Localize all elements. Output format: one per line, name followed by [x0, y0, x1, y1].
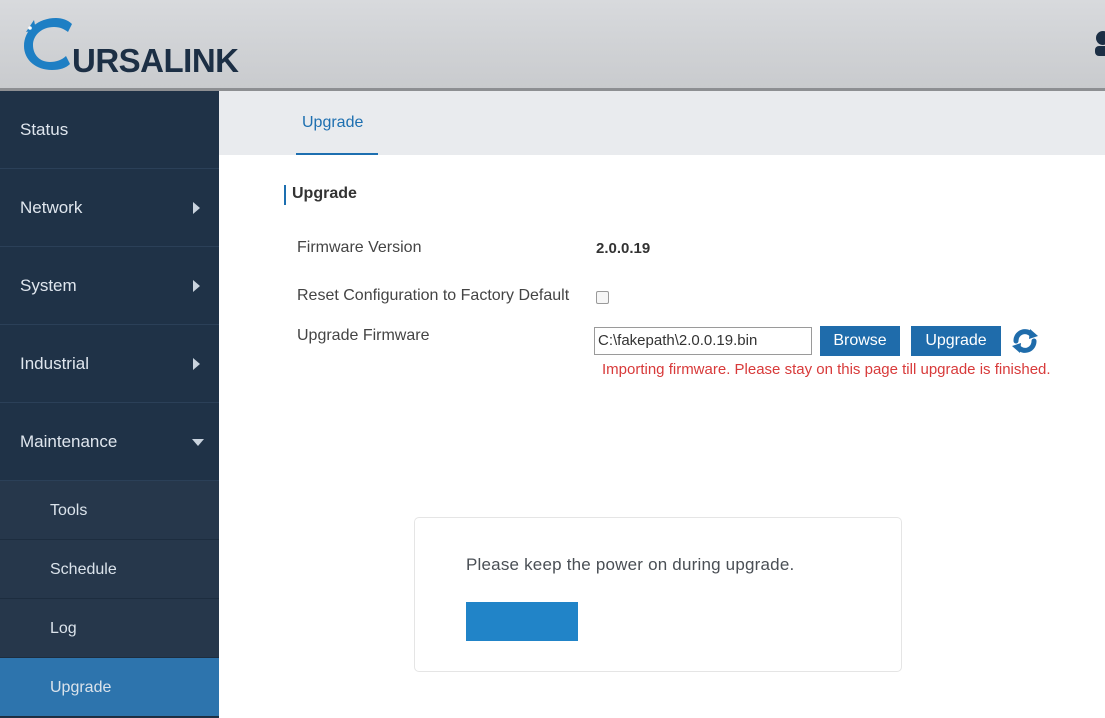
sidebar-subitem-upgrade[interactable]: Upgrade — [0, 658, 219, 717]
sidebar-item-label: Industrial — [20, 354, 89, 373]
sidebar-subitem-label: Tools — [50, 502, 88, 519]
firmware-version-value: 2.0.0.19 — [596, 240, 651, 257]
reset-config-label: Reset Configuration to Factory Default — [297, 287, 570, 304]
chevron-right-icon — [193, 280, 200, 292]
firmware-file-input[interactable]: C:\fakepath\2.0.0.19.bin — [594, 327, 812, 355]
sidebar-item-label: Status — [20, 120, 69, 139]
sidebar-item-status[interactable]: Status — [0, 91, 219, 169]
sidebar-subitem-log[interactable]: Log — [0, 599, 219, 658]
chevron-right-icon — [193, 202, 200, 214]
sidebar-subitem-label: Log — [50, 620, 77, 637]
refresh-icon — [1012, 329, 1038, 353]
sidebar-subitem-schedule[interactable]: Schedule — [0, 540, 219, 599]
firmware-version-label: Firmware Version — [297, 239, 422, 256]
logo-text: URSALINK — [72, 42, 239, 79]
browse-button[interactable]: Browse — [820, 326, 900, 356]
upgrade-firmware-label: Upgrade Firmware — [297, 327, 430, 344]
tab-bar: Upgrade — [219, 91, 1105, 155]
sidebar-item-industrial[interactable]: Industrial — [0, 325, 219, 403]
upgrade-button[interactable]: Upgrade — [911, 326, 1001, 356]
logo[interactable]: URSALINK — [16, 14, 266, 79]
sidebar-item-label: Maintenance — [20, 432, 118, 451]
tab-upgrade[interactable]: Upgrade — [296, 91, 378, 155]
sidebar-item-network[interactable]: Network — [0, 169, 219, 247]
sidebar-subitem-label: Schedule — [50, 561, 117, 578]
reset-config-checkbox[interactable] — [596, 291, 609, 304]
user-icon[interactable] — [1093, 30, 1105, 56]
chevron-right-icon — [193, 358, 200, 370]
upgrade-status-message: Importing firmware. Please stay on this … — [602, 361, 1051, 378]
sidebar: Status Network System Industrial Mainten… — [0, 91, 219, 718]
chevron-down-icon — [192, 439, 204, 446]
sidebar-item-maintenance[interactable]: Maintenance — [0, 403, 219, 481]
header: URSALINK — [0, 0, 1105, 91]
tab-label: Upgrade — [302, 114, 364, 131]
section-marker — [284, 185, 286, 205]
sidebar-item-label: Network — [20, 198, 83, 217]
sidebar-subitem-tools[interactable]: Tools — [0, 481, 219, 540]
sidebar-item-label: System — [20, 276, 77, 295]
modal-button[interactable] — [466, 602, 578, 641]
upgrade-modal: Please keep the power on during upgrade. — [415, 518, 901, 671]
section-title: Upgrade — [292, 185, 357, 202]
sidebar-item-system[interactable]: System — [0, 247, 219, 325]
modal-message: Please keep the power on during upgrade. — [466, 555, 795, 574]
sidebar-subitem-label: Upgrade — [50, 679, 112, 696]
